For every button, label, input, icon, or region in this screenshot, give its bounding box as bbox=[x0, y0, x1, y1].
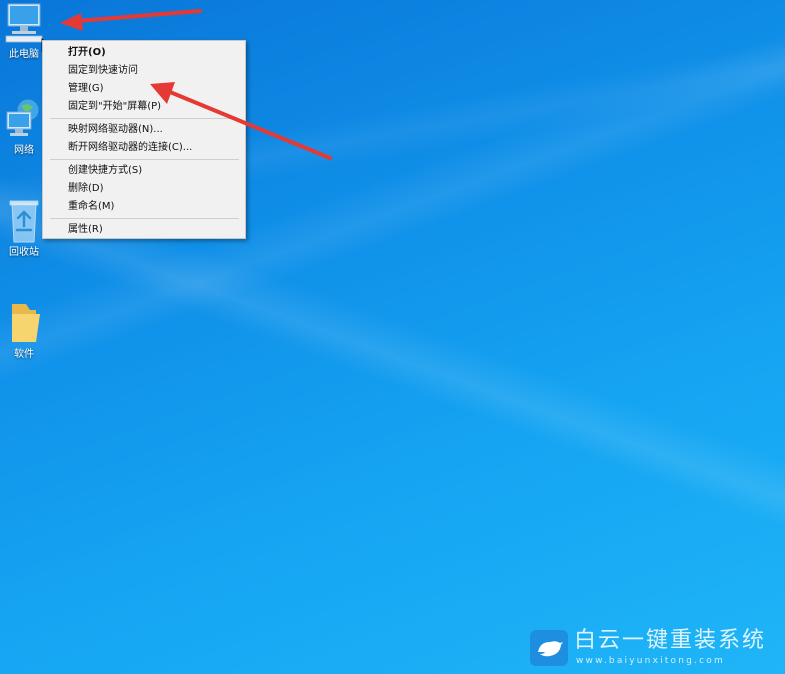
desktop-icon-this-pc[interactable]: 此电脑 bbox=[0, 2, 48, 61]
menu-item-delete[interactable]: 删除(D) bbox=[43, 180, 245, 198]
desktop-icon-label: 回收站 bbox=[9, 247, 39, 258]
watermark: 白云一键重装系统 www.baiyunxitong.com bbox=[530, 628, 780, 670]
menu-item-map-network-drive[interactable]: 映射网络驱动器(N)... bbox=[43, 121, 245, 139]
computer-icon bbox=[5, 3, 43, 43]
bird-icon bbox=[538, 641, 563, 657]
recycle-bin-icon bbox=[9, 200, 39, 243]
watermark-url: www.baiyunxitong.com bbox=[576, 656, 725, 666]
context-menu: 打开(O) 固定到快速访问 管理(G) 固定到"开始"屏幕(P) 映射网络驱动器… bbox=[42, 40, 246, 239]
folder-icon bbox=[12, 304, 40, 342]
desktop-icon-label: 此电脑 bbox=[9, 49, 39, 60]
menu-separator bbox=[50, 218, 239, 219]
menu-item-pin-start[interactable]: 固定到"开始"屏幕(P) bbox=[43, 98, 245, 116]
watermark-logo bbox=[530, 630, 568, 666]
watermark-title: 白云一键重装系统 bbox=[574, 628, 767, 653]
menu-separator bbox=[50, 159, 239, 160]
annotation-arrow-to-this-pc bbox=[60, 9, 202, 31]
menu-item-create-shortcut[interactable]: 创建快捷方式(S) bbox=[43, 162, 245, 180]
desktop-icon-label: 网络 bbox=[14, 145, 34, 156]
desktop-icon-recycle-bin[interactable]: 回收站 bbox=[0, 198, 48, 259]
menu-item-rename[interactable]: 重命名(M) bbox=[43, 198, 245, 216]
menu-item-pin-quick-access[interactable]: 固定到快速访问 bbox=[43, 62, 245, 80]
menu-separator bbox=[50, 118, 239, 119]
desktop-icon-network[interactable]: 网络 bbox=[0, 98, 48, 157]
menu-item-open[interactable]: 打开(O) bbox=[43, 44, 245, 62]
desktop-icon-software-folder[interactable]: 软件 bbox=[0, 300, 48, 361]
menu-item-manage[interactable]: 管理(G) bbox=[43, 80, 245, 98]
menu-item-properties[interactable]: 属性(R) bbox=[43, 221, 245, 239]
menu-item-disconnect-network-drive[interactable]: 断开网络驱动器的连接(C)... bbox=[43, 139, 245, 157]
desktop-icon-label: 软件 bbox=[14, 349, 34, 360]
network-icon bbox=[6, 98, 40, 136]
